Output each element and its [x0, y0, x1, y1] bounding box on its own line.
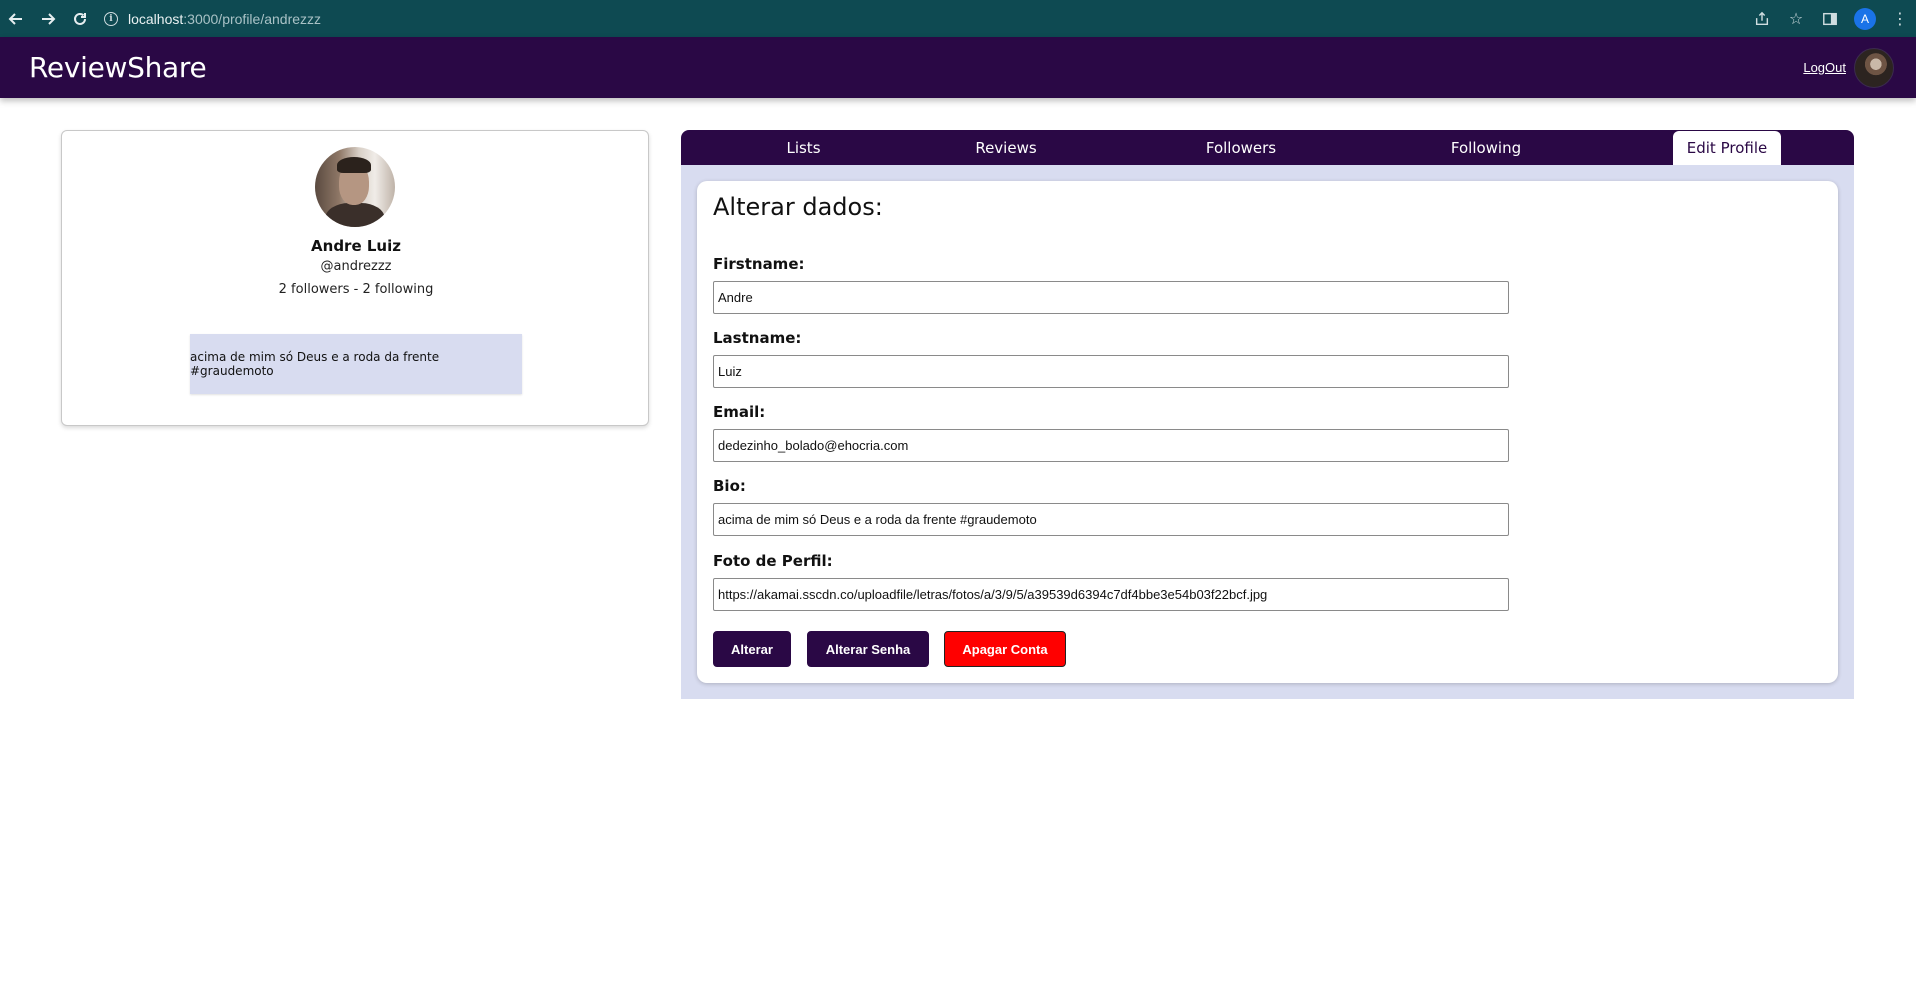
delete-account-button[interactable]: Apagar Conta: [944, 631, 1066, 667]
back-icon[interactable]: [0, 0, 32, 37]
firstname-input[interactable]: [713, 281, 1509, 314]
form-title: Alterar dados:: [713, 193, 883, 221]
browser-profile-avatar[interactable]: A: [1854, 7, 1876, 30]
photo-url-input[interactable]: [713, 578, 1509, 611]
app-header: ReviewShare LogOut: [0, 37, 1916, 98]
bio-label: Bio:: [713, 477, 746, 495]
site-info-icon[interactable]: i: [104, 11, 118, 26]
browser-toolbar: i localhost:3000/profile/andrezzz ☆ A ⋮: [0, 0, 1916, 37]
email-input[interactable]: [713, 429, 1509, 462]
profile-card: Andre Luiz @andrezzz 2 followers - 2 fol…: [61, 130, 649, 426]
save-button[interactable]: Alterar: [713, 631, 791, 667]
profile-name: Andre Luiz: [311, 237, 401, 255]
browser-menu-icon[interactable]: ⋮: [1890, 9, 1910, 29]
tab-reviews[interactable]: Reviews: [951, 130, 1061, 165]
profile-tabs: Lists Reviews Followers Following Edit P…: [681, 130, 1854, 165]
reload-icon[interactable]: [64, 0, 96, 37]
bookmark-star-icon[interactable]: ☆: [1786, 9, 1806, 29]
profile-handle: @andrezzz: [320, 259, 392, 274]
firstname-label: Firstname:: [713, 255, 805, 273]
address-bar[interactable]: i localhost:3000/profile/andrezzz: [104, 0, 321, 37]
change-password-button[interactable]: Alterar Senha: [807, 631, 929, 667]
bio-input[interactable]: [713, 503, 1509, 536]
profile-avatar: [315, 147, 395, 227]
email-label: Email:: [713, 403, 766, 421]
url-text[interactable]: localhost:3000/profile/andrezzz: [128, 11, 321, 27]
side-panel-icon[interactable]: [1820, 9, 1840, 29]
profile-stats: 2 followers - 2 following: [278, 282, 434, 297]
tab-following[interactable]: Following: [1426, 130, 1546, 165]
tab-edit-profile[interactable]: Edit Profile: [1673, 131, 1781, 165]
share-icon[interactable]: [1752, 9, 1772, 29]
tab-lists[interactable]: Lists: [751, 130, 856, 165]
forward-icon[interactable]: [32, 0, 64, 37]
lastname-input[interactable]: [713, 355, 1509, 388]
edit-profile-form: Alterar dados: Firstname: Lastname: Emai…: [697, 181, 1838, 683]
profile-bio: acima de mim só Deus e a roda da frente …: [190, 334, 522, 394]
logout-link[interactable]: LogOut: [1803, 60, 1846, 75]
brand-logo[interactable]: ReviewShare: [29, 51, 207, 84]
lastname-label: Lastname:: [713, 329, 802, 347]
photo-url-label: Foto de Perfil:: [713, 552, 833, 570]
user-avatar[interactable]: [1854, 47, 1894, 88]
tab-followers[interactable]: Followers: [1181, 130, 1301, 165]
